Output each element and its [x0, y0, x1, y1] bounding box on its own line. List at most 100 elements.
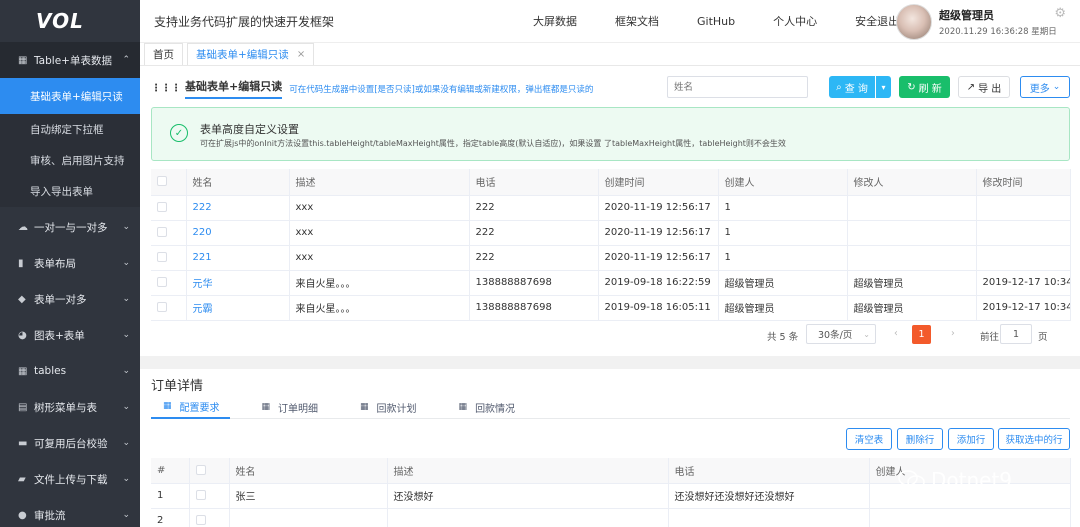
select-all-checkbox[interactable] — [189, 458, 230, 484]
name-link[interactable]: 220 — [186, 220, 290, 246]
share-icon: ↗ — [966, 81, 976, 93]
nav-bigscreen[interactable]: 大屏数据 — [533, 13, 577, 29]
cell: xxx — [289, 245, 470, 271]
delete-row-button[interactable]: 删除行 — [897, 428, 943, 450]
wechat-icon — [898, 470, 925, 489]
nav-docs[interactable]: 框架文档 — [615, 13, 659, 29]
row-checkbox[interactable] — [151, 195, 187, 221]
cell: 138888887698 — [469, 270, 599, 296]
close-icon[interactable]: × — [297, 49, 305, 60]
name-search-input[interactable] — [667, 76, 808, 98]
export-button[interactable]: ↗ 导 出 — [958, 76, 1010, 98]
row-checkbox[interactable] — [151, 245, 187, 271]
nav-github[interactable]: GitHub — [697, 15, 735, 28]
col-header[interactable]: 描述 — [387, 458, 669, 484]
row-checkbox[interactable] — [189, 483, 230, 509]
chevron-down-icon: ⌄ — [122, 438, 130, 448]
name-link[interactable]: 221 — [186, 245, 290, 271]
cell[interactable]: 还没想好还没想好还没想好 — [668, 483, 870, 509]
sidebar-group-form-layout[interactable]: ▮ 表单布局 ⌄ — [0, 245, 140, 281]
avatar[interactable] — [896, 4, 932, 40]
col-header[interactable]: 电话 — [668, 458, 870, 484]
row-checkbox[interactable] — [151, 270, 187, 296]
table-row[interactable]: 221 xxx 222 2020-11-19 12:56:17 1 — [151, 245, 1071, 271]
current-datetime: 2020.11.29 16:36:28 星期日 — [939, 27, 1057, 37]
cell: 超级管理员 — [718, 295, 848, 321]
name-link[interactable]: 元霸 — [186, 295, 290, 321]
gear-icon[interactable]: ⚙ — [1054, 6, 1066, 21]
nav-profile[interactable]: 个人中心 — [773, 13, 817, 29]
tab-payment-plan[interactable]: ▦ 回款计划 — [348, 395, 427, 419]
folder-icon: ▰ — [18, 473, 26, 485]
col-header[interactable]: 创建人 — [718, 169, 848, 196]
row-index: 1 — [151, 483, 190, 509]
grid-icon: ▦ — [261, 402, 271, 412]
sidebar-group-one-to-many[interactable]: ☁ 一对一与一对多 ⌄ — [0, 209, 140, 245]
page-1-button[interactable]: 1 — [912, 325, 931, 344]
col-header[interactable]: 电话 — [469, 169, 599, 196]
cell[interactable]: 还没想好 — [387, 483, 669, 509]
cell: 138888887698 — [469, 295, 599, 321]
row-checkbox[interactable] — [151, 295, 187, 321]
sidebar-group-chart-form[interactable]: ◕ 图表+表单 ⌄ — [0, 317, 140, 353]
cell[interactable] — [869, 508, 1071, 527]
table-row[interactable]: 元华 来自火星。。。 138888887698 2019-09-18 16:22… — [151, 270, 1071, 296]
get-selected-rows-button[interactable]: 获取选中的行 — [998, 428, 1070, 450]
add-row-button[interactable]: 添加行 — [948, 428, 994, 450]
col-header[interactable]: 姓名 — [229, 458, 388, 484]
sidebar-item-audit-image[interactable]: 审核、启用图片支持 — [0, 145, 140, 176]
table-row[interactable]: 元霸 来自火星。。。 138888887698 2019-09-18 16:05… — [151, 295, 1071, 321]
grid-icon: ▦ — [18, 365, 28, 377]
row-checkbox[interactable] — [189, 508, 230, 527]
more-button[interactable]: 更多 ⌄ — [1020, 76, 1070, 98]
cell[interactable]: 张三 — [229, 483, 388, 509]
sidebar-group-approval[interactable]: ● 审批流 ⌄ — [0, 497, 140, 527]
next-page-button[interactable]: › — [951, 328, 955, 339]
cell[interactable] — [668, 508, 870, 527]
col-header[interactable]: 修改人 — [847, 169, 977, 196]
query-dropdown-button[interactable]: ▾ — [876, 76, 891, 98]
cell[interactable] — [387, 508, 669, 527]
sidebar-group-file[interactable]: ▰ 文件上传与下载 ⌄ — [0, 461, 140, 497]
table-row[interactable]: 220 xxx 222 2020-11-19 12:56:17 1 — [151, 220, 1071, 246]
goto-label: 前往 — [980, 332, 1000, 343]
col-header[interactable]: 描述 — [289, 169, 470, 196]
col-header[interactable]: 创建时间 — [598, 169, 719, 196]
sidebar-group-form-one-to-many[interactable]: ◆ 表单一对多 ⌄ — [0, 281, 140, 317]
sidebar-item-auto-dropdown[interactable]: 自动绑定下拉框 — [0, 114, 140, 145]
watermark-text: Dotnet9 — [931, 468, 1013, 492]
tab-label: 回款计划 — [376, 403, 417, 415]
nav-logout[interactable]: 安全退出 — [855, 13, 899, 29]
col-header[interactable]: 修改时间 — [976, 169, 1071, 196]
name-link[interactable]: 222 — [186, 195, 290, 221]
row-checkbox[interactable] — [151, 220, 187, 246]
app-logo[interactable]: VOL — [0, 0, 140, 42]
clear-table-button[interactable]: 清空表 — [846, 428, 892, 450]
tab-order-detail[interactable]: ▦ 订单明细 — [250, 395, 329, 419]
query-button[interactable]: ⌕ 查 询 — [829, 76, 876, 98]
col-header[interactable]: 姓名 — [186, 169, 290, 196]
tab-payment-status[interactable]: ▦ 回款情况 — [447, 395, 526, 419]
table-row[interactable]: 2 — [151, 508, 1071, 527]
user-name: 超级管理员 — [939, 9, 994, 22]
tab-home[interactable]: 首页 — [144, 43, 183, 65]
goto-page-input[interactable]: 1 — [1000, 324, 1032, 344]
cell[interactable] — [229, 508, 388, 527]
prev-page-button[interactable]: ‹ — [894, 328, 898, 339]
sidebar-item-import-export[interactable]: 导入导出表单 — [0, 176, 140, 207]
sidebar-item-basic-form[interactable]: 基础表单+编辑只读 — [0, 78, 140, 114]
refresh-button[interactable]: ↻ 刷 新 — [899, 76, 950, 98]
user-block[interactable]: 超级管理员 2020.11.29 16:36:28 星期日 — [896, 4, 1057, 40]
tab-config[interactable]: ▦ 配置要求 — [151, 395, 230, 419]
cell: 2020-11-19 12:56:17 — [598, 245, 719, 271]
table-row[interactable]: 222 xxx 222 2020-11-19 12:56:17 1 — [151, 195, 1071, 221]
sidebar-group-tables[interactable]: ▦ tables ⌄ — [0, 353, 140, 389]
chevron-down-icon: ⌄ — [122, 222, 130, 232]
tab-basic-form[interactable]: 基础表单+编辑只读 × — [187, 43, 315, 65]
sidebar-group-table[interactable]: ▦ Table+单表数据 ⌃ — [0, 42, 140, 78]
select-all-checkbox[interactable] — [151, 169, 187, 196]
sidebar-group-validation[interactable]: ▬ 可复用后台校验 ⌄ — [0, 425, 140, 461]
name-link[interactable]: 元华 — [186, 270, 290, 296]
sidebar-group-tree[interactable]: ▤ 树形菜单与表 ⌄ — [0, 389, 140, 425]
page-size-select[interactable]: 30条/页 ⌄ — [806, 324, 876, 344]
